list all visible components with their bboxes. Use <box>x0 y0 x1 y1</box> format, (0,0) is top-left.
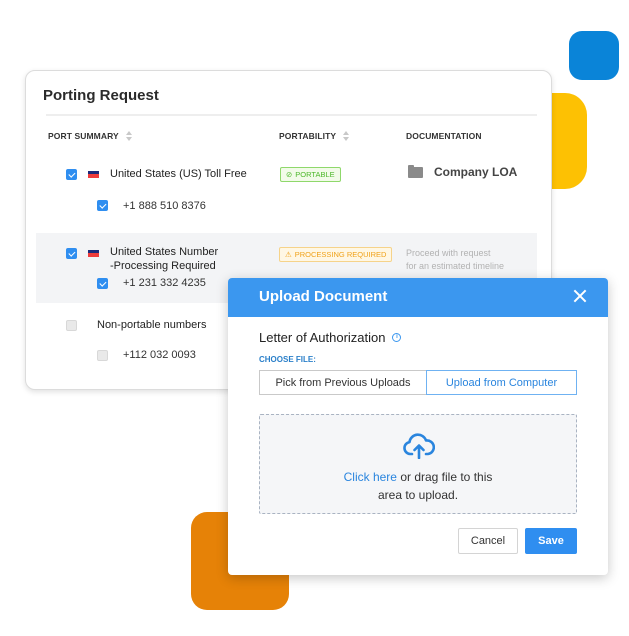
column-label: PORT SUMMARY <box>48 131 119 141</box>
modal-title: Upload Document <box>259 288 388 305</box>
sort-icon[interactable] <box>343 131 350 141</box>
pick-previous-uploads-tab[interactable]: Pick from Previous Uploads <box>259 370 427 395</box>
badge-label: PORTABLE <box>295 170 335 179</box>
group-name: Non-portable numbers <box>97 319 207 331</box>
card-title: Porting Request <box>43 87 159 104</box>
column-label: PORTABILITY <box>279 131 337 141</box>
group-name: United States (US) Toll Free <box>110 168 247 180</box>
folder-icon <box>408 165 423 178</box>
us-flag-icon <box>88 171 99 178</box>
close-icon[interactable] <box>572 288 588 304</box>
group-checkbox[interactable] <box>66 320 77 331</box>
modal-header: Upload Document <box>228 278 608 317</box>
info-icon[interactable]: i <box>392 333 402 342</box>
dropzone-text-line2: area to upload. <box>377 488 459 502</box>
choose-file-label: CHOOSE FILE: <box>259 355 316 364</box>
group-name-line1: United States Number <box>110 246 219 258</box>
status-badge-processing: ⚠ PROCESSING REQUIRED <box>279 247 393 262</box>
section-title-text: Letter of Authorization <box>259 330 386 345</box>
decorative-blue-shape <box>569 31 619 80</box>
upload-from-computer-tab[interactable]: Upload from Computer <box>426 370 577 395</box>
status-badge-portable: ⊘ PORTABLE <box>280 167 341 182</box>
badge-label: PROCESSING REQUIRED <box>294 250 387 259</box>
cloud-upload-icon <box>403 433 435 459</box>
number-checkbox[interactable] <box>97 200 108 211</box>
column-header-documentation: DOCUMENTATION <box>406 131 482 141</box>
number-checkbox[interactable] <box>97 278 108 289</box>
upload-document-modal: Upload Document Letter of Authorization … <box>228 278 608 575</box>
column-header-portability[interactable]: PORTABILITY <box>279 131 350 141</box>
cancel-button[interactable]: Cancel <box>458 528 518 554</box>
section-title: Letter of Authorization i <box>259 330 402 345</box>
warning-icon: ⚠ <box>285 250 292 259</box>
number-checkbox[interactable] <box>97 350 108 361</box>
phone-number: +112 032 0093 <box>123 349 196 361</box>
file-dropzone[interactable]: Click here or drag file to this area to … <box>259 414 577 514</box>
group-checkbox[interactable] <box>66 248 77 259</box>
divider <box>46 114 537 116</box>
group-checkbox[interactable] <box>66 169 77 180</box>
documentation-note-line1: Proceed with request <box>406 248 491 258</box>
group-name-line2: -Processing Required <box>110 260 216 272</box>
dropzone-text-rest: or drag file to this <box>396 470 493 484</box>
us-flag-icon <box>88 250 99 257</box>
check-circle-icon: ⊘ <box>286 170 293 179</box>
documentation-note-line2: for an estimated timeline <box>406 261 505 271</box>
save-button[interactable]: Save <box>525 528 577 554</box>
documentation-link[interactable]: Company LOA <box>434 165 517 179</box>
column-label: DOCUMENTATION <box>406 131 482 141</box>
phone-number: +1 231 332 4235 <box>123 277 206 289</box>
sort-icon[interactable] <box>125 131 133 141</box>
phone-number: +1 888 510 8376 <box>123 200 206 212</box>
click-here-link[interactable]: Click here <box>344 470 397 484</box>
column-header-port-summary[interactable]: PORT SUMMARY <box>48 131 133 141</box>
dropzone-text: Click here or drag file to this area to … <box>260 468 576 504</box>
